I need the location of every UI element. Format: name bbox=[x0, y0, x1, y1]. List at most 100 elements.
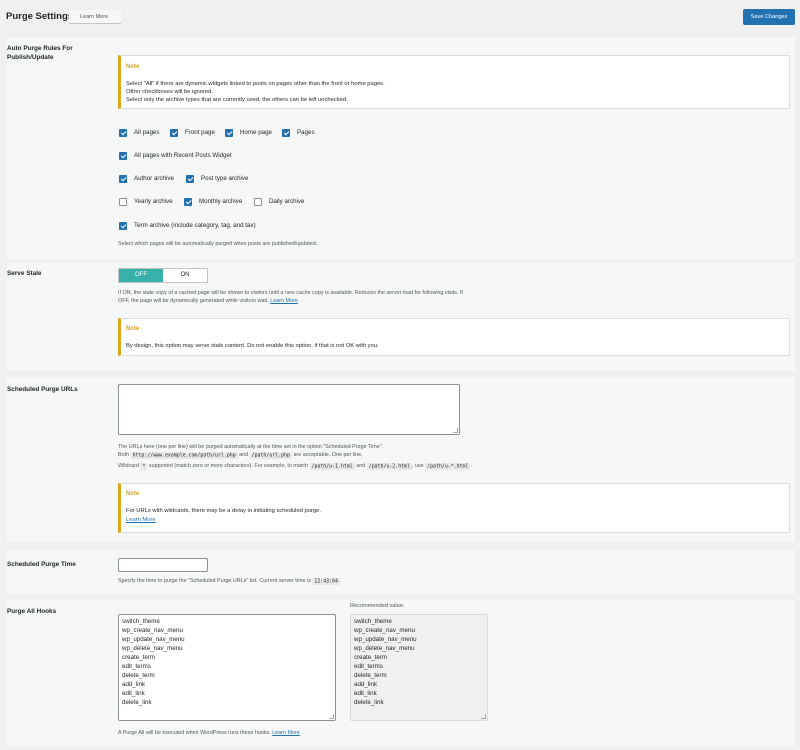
checkbox-label: Home page bbox=[240, 129, 272, 136]
scheduled-urls-desc-2: Both http://www.example.com/path/url.php… bbox=[118, 451, 363, 459]
recommended-hooks-textarea: switch_theme wp_create_nav_menu wp_updat… bbox=[350, 614, 488, 721]
recommended-hook-line: edit_link bbox=[354, 690, 377, 697]
code-example: * bbox=[140, 462, 148, 470]
page-header: Purge Settings Learn More Save Changes bbox=[0, 0, 800, 34]
recommended-hook-line: delete_term bbox=[354, 672, 387, 679]
recommended-hook-line: wp_create_nav_menu bbox=[354, 627, 415, 634]
code-example: /path/u-1.html bbox=[309, 462, 355, 470]
page-title: Purge Settings bbox=[6, 11, 74, 22]
hook-line: switch_theme bbox=[122, 618, 160, 625]
checkbox-monthly-archive[interactable] bbox=[184, 198, 192, 206]
checkbox-label: All pages bbox=[134, 129, 160, 136]
checkbox-front-page[interactable] bbox=[170, 129, 178, 137]
recommended-value-label: Recommended value: bbox=[350, 603, 405, 609]
hook-line: delete_term bbox=[122, 672, 155, 679]
note-line: Select only the archive types that are c… bbox=[126, 97, 348, 103]
checkbox-author-archive[interactable] bbox=[119, 175, 127, 183]
note-line: By design, this option may serve stale c… bbox=[126, 343, 379, 349]
scheduled-urls-textarea[interactable] bbox=[118, 384, 460, 435]
hook-line: edit_link bbox=[122, 690, 145, 697]
code-example: /path/u-2.html bbox=[366, 462, 412, 470]
note-title: Note bbox=[126, 326, 140, 332]
auto-purge-note: Note Select "All" if there are dynamic w… bbox=[118, 55, 790, 109]
recommended-hook-line: switch_theme bbox=[354, 618, 392, 625]
checkbox-label: Daily archive bbox=[269, 198, 305, 205]
note-title: Note bbox=[126, 491, 140, 497]
scheduled-time-label: Scheduled Purge Time bbox=[7, 561, 76, 568]
purge-hooks-desc: A Purge All will be executed when WordPr… bbox=[118, 730, 300, 736]
note-line: For URLs with wildcards, there may be a … bbox=[126, 508, 321, 514]
serve-stale-desc-2: OFF, the page will be dynamically genera… bbox=[118, 298, 298, 304]
checkbox-label: Term archive (include category, tag, and… bbox=[134, 222, 256, 229]
desc-text: . bbox=[339, 578, 342, 584]
checkbox-yearly-archive[interactable] bbox=[119, 198, 127, 206]
resize-grip-icon[interactable] bbox=[329, 714, 334, 719]
checkbox-label: All pages with Recent Posts Widget bbox=[134, 152, 232, 159]
desc-text: are acceptable. One per line. bbox=[293, 452, 363, 458]
learn-more-link[interactable]: Learn More bbox=[270, 298, 298, 304]
scheduled-time-desc: Specify the time to purge the "Scheduled… bbox=[118, 577, 342, 585]
purge-all-hooks-label: Purge All Hooks bbox=[7, 608, 57, 615]
desc-text: supported (match zero or more characters… bbox=[148, 463, 309, 469]
hook-line: wp_update_nav_menu bbox=[122, 636, 185, 643]
checkbox-all-pages[interactable] bbox=[119, 129, 127, 137]
serve-stale-label: Serve Stale bbox=[7, 270, 42, 277]
purge-hooks-textarea[interactable]: switch_theme wp_create_nav_menu wp_updat… bbox=[118, 614, 336, 721]
hook-line: delete_link bbox=[122, 699, 152, 706]
checkbox-label: Front page bbox=[185, 129, 215, 136]
note-line: Select "All" if there are dynamic widget… bbox=[126, 81, 385, 87]
code-example: /path/u-*.html bbox=[425, 462, 471, 470]
checkbox-label: Monthly archive bbox=[199, 198, 243, 205]
desc-text: and bbox=[356, 463, 366, 469]
recommended-hook-line: wp_delete_nav_menu bbox=[354, 645, 415, 652]
hook-line: create_term bbox=[122, 654, 156, 661]
checkbox-label: Post type archive bbox=[201, 175, 249, 182]
checkbox-pages[interactable] bbox=[282, 129, 290, 137]
recommended-hook-line: wp_update_nav_menu bbox=[354, 636, 417, 643]
hook-line: add_link bbox=[122, 681, 146, 688]
serve-stale-note: Note By design, this option may serve st… bbox=[118, 318, 790, 356]
auto-purge-label: Auto Purge Rules For Publish/Update bbox=[7, 45, 73, 61]
checkbox-label: Yearly archive bbox=[134, 198, 173, 205]
scheduled-urls-desc: The URLs here (one per line) will be pur… bbox=[118, 444, 384, 450]
checkbox-recent-posts-widget[interactable] bbox=[119, 152, 127, 160]
recommended-hook-line: add_link bbox=[354, 681, 378, 688]
desc-text: Specify the time to purge the "Scheduled… bbox=[118, 578, 311, 584]
resize-grip-icon[interactable] bbox=[453, 428, 458, 433]
recommended-hook-line: delete_link bbox=[354, 699, 384, 706]
checkbox-term-archive[interactable] bbox=[119, 222, 127, 230]
learn-more-tab[interactable]: Learn More bbox=[69, 10, 121, 24]
scheduled-urls-label: Scheduled Purge URLs bbox=[7, 386, 78, 393]
checkbox-post-type-archive[interactable] bbox=[186, 175, 194, 183]
recommended-hook-line: edit_terms bbox=[354, 663, 383, 670]
desc-text: . bbox=[470, 463, 472, 469]
toggle-on-option[interactable]: ON bbox=[163, 269, 207, 282]
hook-line: edit_terms bbox=[122, 663, 151, 670]
learn-more-link[interactable]: Learn More bbox=[272, 730, 300, 736]
desc-text: A Purge All will be executed when WordPr… bbox=[118, 730, 271, 736]
hook-line: wp_delete_nav_menu bbox=[122, 645, 183, 652]
code-example: /path/url.php bbox=[249, 451, 292, 459]
serve-stale-desc: If ON, the stale copy of a cached page w… bbox=[118, 290, 463, 296]
checkbox-label: Author archive bbox=[134, 175, 174, 182]
server-time: 12:43:04 bbox=[312, 577, 340, 585]
scheduled-urls-desc-3: Wildcard * supported (match zero or more… bbox=[118, 462, 472, 470]
resize-grip-icon bbox=[481, 714, 486, 719]
scheduled-time-input[interactable] bbox=[118, 558, 208, 572]
code-example: http://www.example.com/path/url.php bbox=[130, 451, 238, 459]
serve-stale-toggle: OFF ON bbox=[118, 268, 208, 283]
hook-line: wp_create_nav_menu bbox=[122, 627, 183, 634]
desc-text: OFF, the page will be dynamically genera… bbox=[118, 298, 269, 304]
save-changes-button[interactable]: Save Changes bbox=[743, 9, 795, 25]
scheduled-urls-note: Note For URLs with wildcards, there may … bbox=[118, 483, 790, 533]
checkbox-daily-archive[interactable] bbox=[254, 198, 262, 206]
note-learn-more-link[interactable]: Learn More bbox=[126, 517, 156, 523]
note-line: Other checkboxes will be ignored. bbox=[126, 89, 213, 95]
desc-text: and bbox=[239, 452, 249, 458]
checkbox-home-page[interactable] bbox=[225, 129, 233, 137]
note-title: Note bbox=[126, 64, 140, 70]
desc-text: Wildcard bbox=[118, 463, 139, 469]
checkbox-label: Pages bbox=[297, 129, 315, 136]
toggle-off-option[interactable]: OFF bbox=[119, 269, 163, 282]
auto-purge-description: Select which pages will be automatically… bbox=[118, 241, 318, 247]
